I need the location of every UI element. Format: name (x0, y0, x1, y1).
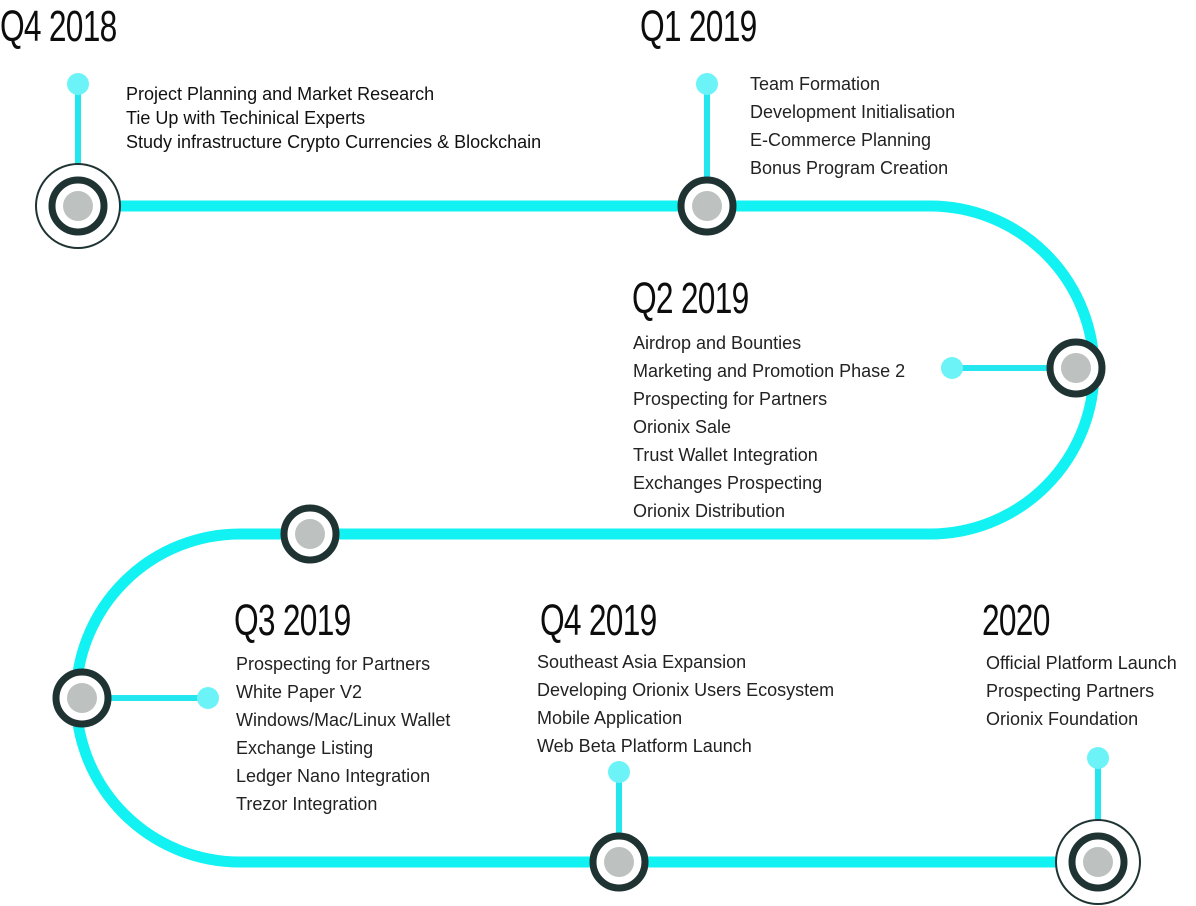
milestone-items-2020: Official Platform Launch Prospecting Par… (986, 649, 1177, 733)
node-q2-2019 (1046, 338, 1106, 398)
list-item: Exchange Listing (236, 738, 374, 758)
stem-dot (941, 357, 963, 379)
stem-dot (608, 761, 630, 783)
node-q3-2019 (52, 668, 112, 728)
milestone-title-q1-2019: Q1 2019 (640, 2, 757, 51)
stem-q2-2019 (941, 357, 1050, 379)
node-q4-2019 (589, 832, 649, 892)
list-item: Bonus Program Creation (750, 158, 949, 178)
list-item: Trust Wallet Integration (633, 445, 818, 465)
list-item: Southeast Asia Expansion (537, 652, 747, 672)
list-item: Orionix Sale (633, 417, 732, 437)
list-item: Exchanges Prospecting (633, 473, 823, 493)
list-item: Team Formation (750, 74, 881, 94)
stem-q3-2019 (108, 687, 219, 709)
list-item: Marketing and Promotion Phase 2 (633, 361, 906, 381)
list-item: Trezor Integration (236, 794, 378, 814)
list-item: Orionix Distribution (633, 501, 786, 521)
list-item: Developing Orionix Users Ecosystem (537, 680, 835, 700)
list-item: Prospecting for Partners (236, 654, 431, 674)
list-item: Airdrop and Bounties (633, 333, 802, 353)
milestone-title-q4-2019: Q4 2019 (540, 596, 657, 645)
node-q1-2019 (677, 176, 737, 236)
stem-q4-2019 (608, 761, 630, 838)
node-q4-2018 (35, 163, 121, 249)
stem-q1-2019 (696, 73, 718, 182)
milestone-items-q4-2018: Project Planning and Market Research Tie… (126, 82, 541, 154)
node-midpoint (280, 504, 340, 564)
timeline-path (70, 200, 1100, 868)
list-item: Prospecting Partners (986, 681, 1155, 701)
list-item: Project Planning and Market Research (126, 84, 435, 104)
list-item: Prospecting for Partners (633, 389, 828, 409)
list-item: Official Platform Launch (986, 653, 1177, 673)
list-item: Mobile Application (537, 708, 683, 728)
list-item: Ledger Nano Integration (236, 766, 431, 786)
milestone-title-q4-2018: Q4 2018 (0, 2, 117, 51)
list-item: Tie Up with Techinical Experts (126, 108, 366, 128)
milestone-title-q3-2019: Q3 2019 (234, 596, 351, 645)
list-item: Development Initialisation (750, 102, 956, 122)
list-item: Web Beta Platform Launch (537, 736, 752, 756)
stem-dot (67, 73, 89, 95)
node-2020 (1055, 819, 1141, 905)
list-item: Study infrastructure Crypto Currencies &… (126, 132, 542, 152)
list-item: Orionix Foundation (986, 709, 1139, 729)
milestone-items-q2-2019: Airdrop and Bounties Marketing and Promo… (633, 329, 905, 525)
list-item: E-Commerce Planning (750, 130, 932, 150)
list-item: White Paper V2 (236, 682, 363, 702)
milestone-title-2020: 2020 (982, 596, 1050, 645)
milestone-items-q4-2019: Southeast Asia Expansion Developing Orio… (537, 648, 834, 760)
stem-dot (197, 687, 219, 709)
stem-dot (1087, 747, 1109, 769)
list-item: Windows/Mac/Linux Wallet (236, 710, 451, 730)
milestone-items-q1-2019: Team Formation Development Initialisatio… (750, 70, 955, 182)
milestone-title-q2-2019: Q2 2019 (632, 274, 749, 323)
milestone-items-q3-2019: Prospecting for Partners White Paper V2 … (236, 650, 450, 818)
stem-dot (696, 73, 718, 95)
